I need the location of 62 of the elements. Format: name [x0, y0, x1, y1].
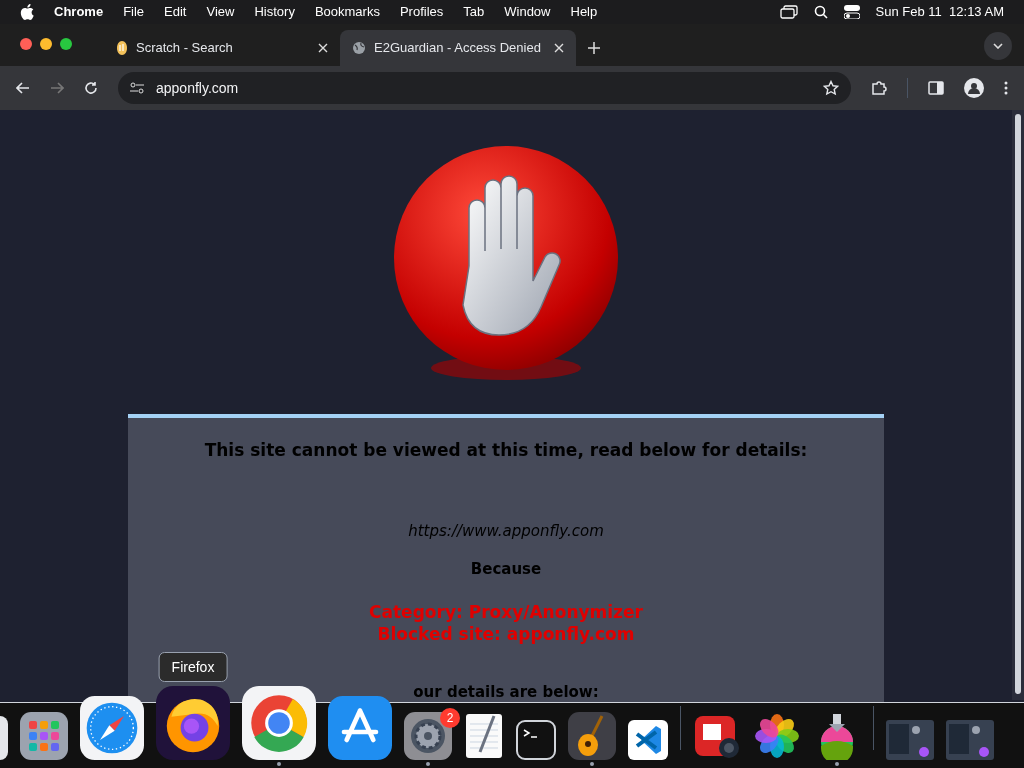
cat-paw-icon: [116, 40, 128, 56]
menu-item[interactable]: Profiles: [399, 2, 444, 22]
app-menu[interactable]: Chrome: [54, 2, 104, 22]
menu-item[interactable]: Bookmarks: [314, 2, 380, 22]
code-editor-icon[interactable]: [628, 720, 668, 760]
puzzle-icon[interactable]: [871, 80, 887, 96]
tab-title: E2Guardian - Access Denied: [374, 39, 542, 58]
url-text: apponfly.com: [156, 79, 239, 98]
address-bar[interactable]: apponfly.com: [118, 72, 851, 104]
profile-icon[interactable]: [964, 78, 984, 98]
notification-badge: 2: [440, 708, 460, 728]
app-store-icon[interactable]: [328, 696, 392, 760]
window-thumbnail[interactable]: [886, 720, 934, 760]
menu-item[interactable]: Edit: [164, 2, 187, 22]
minimize-window-button[interactable]: [40, 38, 52, 50]
reason-text: Category: Proxy/Anonymizer: [369, 600, 643, 623]
close-icon[interactable]: [318, 43, 328, 53]
back-icon[interactable]: [16, 82, 30, 94]
reload-icon[interactable]: [84, 81, 98, 95]
gear-icon[interactable]: [404, 712, 452, 760]
tab-search-button[interactable]: [984, 32, 1012, 60]
browser-tab[interactable]: Scratch - Search: [104, 30, 340, 66]
chevron-down-icon: [993, 43, 1003, 49]
more-icon[interactable]: [1004, 81, 1008, 95]
flower-icon[interactable]: [753, 712, 801, 760]
menu-item[interactable]: History: [254, 2, 295, 22]
terminal-icon[interactable]: [516, 720, 556, 760]
search-icon[interactable]: [813, 5, 828, 19]
star-icon[interactable]: [823, 80, 839, 96]
control-center-icon[interactable]: [843, 5, 860, 19]
heading: This site cannot be viewed at this time, read below for details:: [204, 439, 808, 462]
scrollbar[interactable]: [1012, 110, 1024, 700]
menu-item[interactable]: View: [206, 2, 235, 22]
screens-icon[interactable]: [779, 5, 798, 19]
close-window-button[interactable]: [20, 38, 32, 50]
site-settings-icon[interactable]: [130, 82, 144, 94]
menu-item[interactable]: Window: [504, 2, 551, 22]
compass-icon[interactable]: [80, 696, 144, 760]
browser-tab[interactable]: E2Guardian - Access Denied: [340, 30, 576, 66]
chrome-icon[interactable]: [242, 686, 316, 760]
menu-item[interactable]: Tab: [463, 2, 485, 22]
window-thumbnail[interactable]: [946, 720, 994, 760]
new-tab-icon[interactable]: [588, 42, 600, 54]
guitar-icon[interactable]: [568, 712, 616, 760]
side-panel-icon[interactable]: [928, 81, 944, 95]
because-label: Because: [470, 559, 542, 580]
forward-icon[interactable]: [50, 82, 64, 94]
notepad-icon[interactable]: [464, 712, 504, 760]
tooltip: Firefox: [158, 652, 228, 682]
menu-item[interactable]: Help: [570, 2, 598, 22]
maximize-window-button[interactable]: [60, 38, 72, 50]
clock[interactable]: Sun Feb 11 12:13 AM: [875, 2, 1004, 22]
tab-title: Scratch - Search: [136, 39, 234, 58]
blocked-url: https://www.apponfly.com: [408, 520, 604, 542]
firefox-icon[interactable]: [156, 686, 230, 760]
globe-icon: [352, 41, 366, 55]
close-icon[interactable]: [554, 43, 564, 53]
reason-text: Blocked site: apponfly.com: [377, 622, 635, 645]
launchpad-icon[interactable]: [20, 712, 68, 760]
menu-item[interactable]: File: [123, 2, 145, 22]
details-heading: our details are below:: [413, 681, 599, 703]
apple-icon[interactable]: [20, 4, 34, 20]
